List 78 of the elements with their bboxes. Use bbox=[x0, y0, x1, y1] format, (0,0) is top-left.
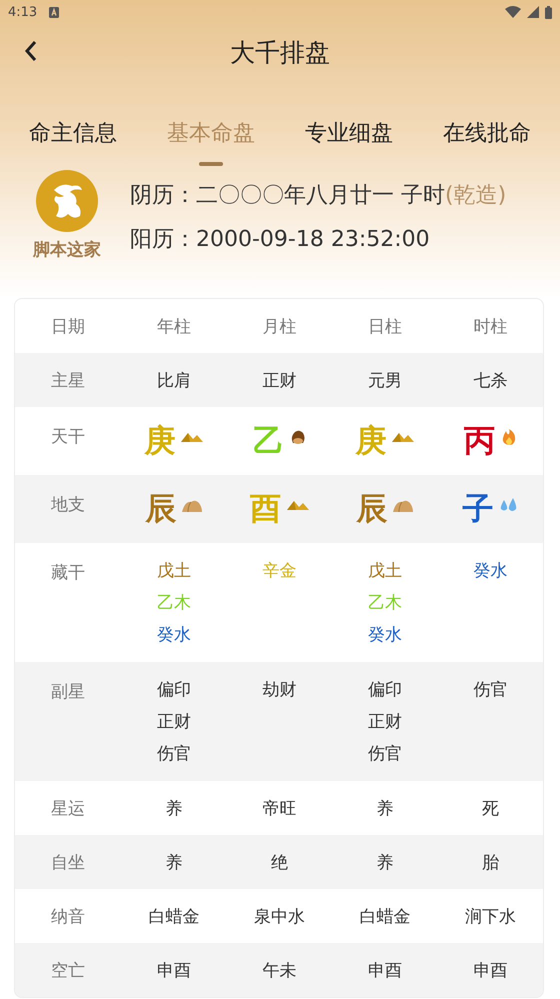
table-cell-text: 死 bbox=[480, 798, 500, 820]
table-cell-text: 伤官 bbox=[368, 743, 402, 766]
wifi-icon bbox=[505, 6, 521, 18]
column-header: 年柱 bbox=[156, 316, 192, 338]
table-cell-text: 乙木 bbox=[156, 592, 191, 615]
table-cell-text: 戊土 bbox=[368, 560, 402, 583]
table-cell-text: 白蜡金 bbox=[147, 906, 200, 928]
column-header: 日期 bbox=[50, 316, 86, 338]
table-cell-text: 养 bbox=[375, 798, 394, 820]
stem-char: 庚 bbox=[144, 422, 176, 461]
mound-icon bbox=[182, 498, 202, 512]
table-cell-text: 申酉 bbox=[366, 960, 403, 982]
stem-char: 丙 bbox=[464, 422, 495, 461]
row-label: 藏干 bbox=[50, 562, 86, 585]
stem-char: 酉 bbox=[250, 490, 281, 529]
tab[interactable]: 命主信息 bbox=[29, 112, 117, 152]
table-cell-text: 伤官 bbox=[473, 679, 508, 702]
flame-icon bbox=[500, 429, 517, 445]
table-cell-text: 比肩 bbox=[156, 370, 192, 392]
table-cell-text: 偏印 bbox=[156, 679, 191, 702]
table-cell-text: 养 bbox=[375, 852, 394, 874]
battery-icon bbox=[545, 6, 552, 18]
row-label: 副星 bbox=[50, 681, 86, 704]
table-cell-text: 胎 bbox=[480, 852, 500, 874]
water-drops-icon bbox=[499, 498, 518, 512]
gender-tag: (乾造) bbox=[445, 183, 506, 208]
table-cell-text: 癸水 bbox=[368, 624, 402, 647]
table-cell-text: 元男 bbox=[366, 370, 403, 392]
lunar-date: 二〇〇〇年八月廿一 子时 bbox=[196, 183, 445, 208]
lunar-label: 阴历： bbox=[130, 183, 196, 208]
table-cell-text: 泉中水 bbox=[252, 906, 306, 928]
stem-char: 辰 bbox=[145, 490, 176, 529]
table-cell-text: 申酉 bbox=[156, 960, 192, 982]
page-title: 大千排盘 bbox=[230, 36, 330, 68]
notification-icon bbox=[49, 6, 60, 18]
row-label: 自坐 bbox=[50, 852, 86, 874]
solar-date: 2000-09-18 23:52:00 bbox=[196, 227, 430, 252]
table-cell-text: 午未 bbox=[261, 960, 298, 982]
table-cell-text: 劫财 bbox=[262, 679, 296, 702]
table-cell-text: 伤官 bbox=[156, 743, 191, 766]
tab[interactable]: 在线批命 bbox=[443, 112, 531, 152]
stem-char: 子 bbox=[462, 490, 494, 529]
table-cell-text: 正财 bbox=[368, 711, 402, 734]
mound-icon bbox=[393, 498, 414, 512]
row-label: 空亡 bbox=[50, 960, 86, 982]
stem-char: 庚 bbox=[355, 422, 386, 461]
table-cell-text: 乙木 bbox=[368, 592, 402, 615]
stem-char: 乙 bbox=[252, 422, 284, 461]
row-label: 星运 bbox=[50, 798, 86, 820]
table-cell-text: 涧下水 bbox=[464, 906, 517, 928]
table-cell-text: 癸水 bbox=[156, 624, 191, 647]
tab[interactable]: 专业细盘 bbox=[305, 112, 393, 152]
table-cell-text: 养 bbox=[164, 798, 184, 820]
column-header: 日柱 bbox=[366, 316, 403, 338]
table-cell-text: 绝 bbox=[270, 852, 289, 874]
table-cell-text: 帝旺 bbox=[261, 798, 298, 820]
table-cell-text: 申酉 bbox=[472, 960, 508, 982]
tab-indicator bbox=[199, 162, 223, 166]
column-header: 月柱 bbox=[261, 316, 298, 338]
signal-icon bbox=[527, 6, 539, 18]
profile-name: 脚本这家 bbox=[33, 239, 101, 261]
table-cell-text: 白蜡金 bbox=[358, 906, 412, 928]
table-cell-text: 辛金 bbox=[262, 560, 296, 583]
solar-label: 阳历： bbox=[130, 227, 196, 252]
row-label: 天干 bbox=[50, 426, 86, 449]
table-cell-text: 正财 bbox=[261, 370, 298, 392]
table-cell-text: 正财 bbox=[156, 711, 191, 734]
table-cell-text: 七杀 bbox=[472, 370, 508, 392]
status-time: 4:13 bbox=[8, 4, 38, 20]
row-label: 纳音 bbox=[50, 906, 86, 928]
column-header: 时柱 bbox=[472, 316, 508, 338]
row-label: 地支 bbox=[50, 494, 86, 517]
row-label: 主星 bbox=[50, 370, 86, 392]
table-cell-text: 偏印 bbox=[368, 679, 402, 702]
stem-char: 辰 bbox=[356, 490, 388, 529]
table-cell-text: 养 bbox=[164, 852, 184, 874]
table-cell-text: 癸水 bbox=[473, 560, 508, 583]
table-cell-text: 戊土 bbox=[156, 560, 191, 583]
